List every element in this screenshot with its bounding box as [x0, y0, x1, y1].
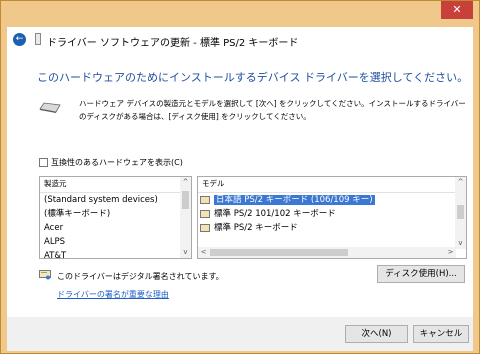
next-button[interactable]: 次へ(N) [345, 325, 408, 343]
keyboard-icon [39, 102, 61, 113]
have-disk-button[interactable]: ディスク使用(H)... [377, 265, 465, 283]
signed-driver-icon [39, 270, 51, 280]
close-button[interactable]: ✕ [441, 1, 473, 19]
title-bar: ✕ [1, 1, 479, 25]
manufacturer-header: 製造元 [40, 177, 191, 193]
model-item[interactable]: 標準 PS/2 キーボード [198, 221, 466, 235]
scroll-up-icon[interactable]: ^ [180, 177, 191, 188]
instructions-text: ハードウェア デバイスの製造元とモデルを選択して [次へ] をクリックしてくださ… [79, 99, 466, 121]
manufacturer-scrollbar[interactable]: ^ v [180, 177, 191, 258]
manufacturer-item[interactable]: AT&T [40, 249, 191, 258]
signature-status: このドライバーはデジタル署名されています。 [57, 272, 224, 281]
update-driver-window: ✕ ← ドライバー ソフトウェアの更新 - 標準 PS/2 キーボード このハー… [0, 0, 480, 354]
model-item-label: 日本語 PS/2 キーボード (106/109 キー) [214, 195, 375, 205]
scroll-down-icon[interactable]: v [180, 247, 191, 258]
nav-bar: ← ドライバー ソフトウェアの更新 - 標準 PS/2 キーボード [7, 27, 473, 53]
manufacturer-item[interactable]: (Standard system devices) [40, 193, 191, 207]
wizard-title: ドライバー ソフトウェアの更新 - 標準 PS/2 キーボード [47, 38, 299, 49]
model-header: モデル [198, 177, 466, 193]
compat-hardware-option[interactable]: 互換性のあるハードウェアを表示(C) [39, 157, 183, 168]
scroll-up-icon[interactable]: ^ [455, 177, 466, 188]
scroll-thumb[interactable] [457, 205, 464, 219]
model-vertical-scrollbar[interactable]: ^ v [455, 177, 466, 249]
manufacturer-item[interactable]: (標準キーボード) [40, 207, 191, 221]
model-item-label: 標準 PS/2 101/102 キーボード [214, 209, 336, 219]
scroll-thumb[interactable] [182, 191, 189, 209]
driver-icon [200, 223, 210, 232]
compat-checkbox-label: 互換性のあるハードウェアを表示(C) [51, 158, 183, 167]
device-icon [35, 33, 41, 45]
driver-icon [200, 209, 210, 218]
model-item[interactable]: 標準 PS/2 101/102 キーボード [198, 207, 466, 221]
scroll-left-icon[interactable]: < [198, 247, 209, 258]
signature-info-link[interactable]: ドライバーの署名が重要な理由 [57, 289, 169, 300]
scroll-thumb[interactable] [210, 249, 348, 256]
wizard-content: このハードウェアのためにインストールするデバイス ドライバーを選択してください。… [7, 53, 473, 317]
model-item-selected[interactable]: 日本語 PS/2 キーボード (106/109 キー) [198, 193, 466, 207]
driver-icon [200, 195, 210, 204]
scroll-down-icon[interactable]: v [455, 238, 466, 249]
scroll-right-icon[interactable]: > [445, 247, 456, 258]
page-heading: このハードウェアのためにインストールするデバイス ドライバーを選択してください。 [37, 71, 469, 84]
manufacturer-item[interactable]: ALPS [40, 235, 191, 249]
manufacturer-listbox[interactable]: 製造元 (Standard system devices) (標準キーボード) … [39, 176, 192, 259]
back-button[interactable]: ← [13, 33, 26, 46]
cancel-button[interactable]: キャンセル [413, 325, 469, 343]
button-bar: 次へ(N) キャンセル [7, 317, 473, 351]
manufacturer-item[interactable]: Acer [40, 221, 191, 235]
compat-checkbox[interactable] [39, 158, 48, 167]
model-item-label: 標準 PS/2 キーボード [214, 223, 298, 233]
model-horizontal-scrollbar[interactable]: < > [198, 247, 456, 258]
model-listbox[interactable]: モデル 日本語 PS/2 キーボード (106/109 キー) 標準 PS/2 … [197, 176, 467, 259]
